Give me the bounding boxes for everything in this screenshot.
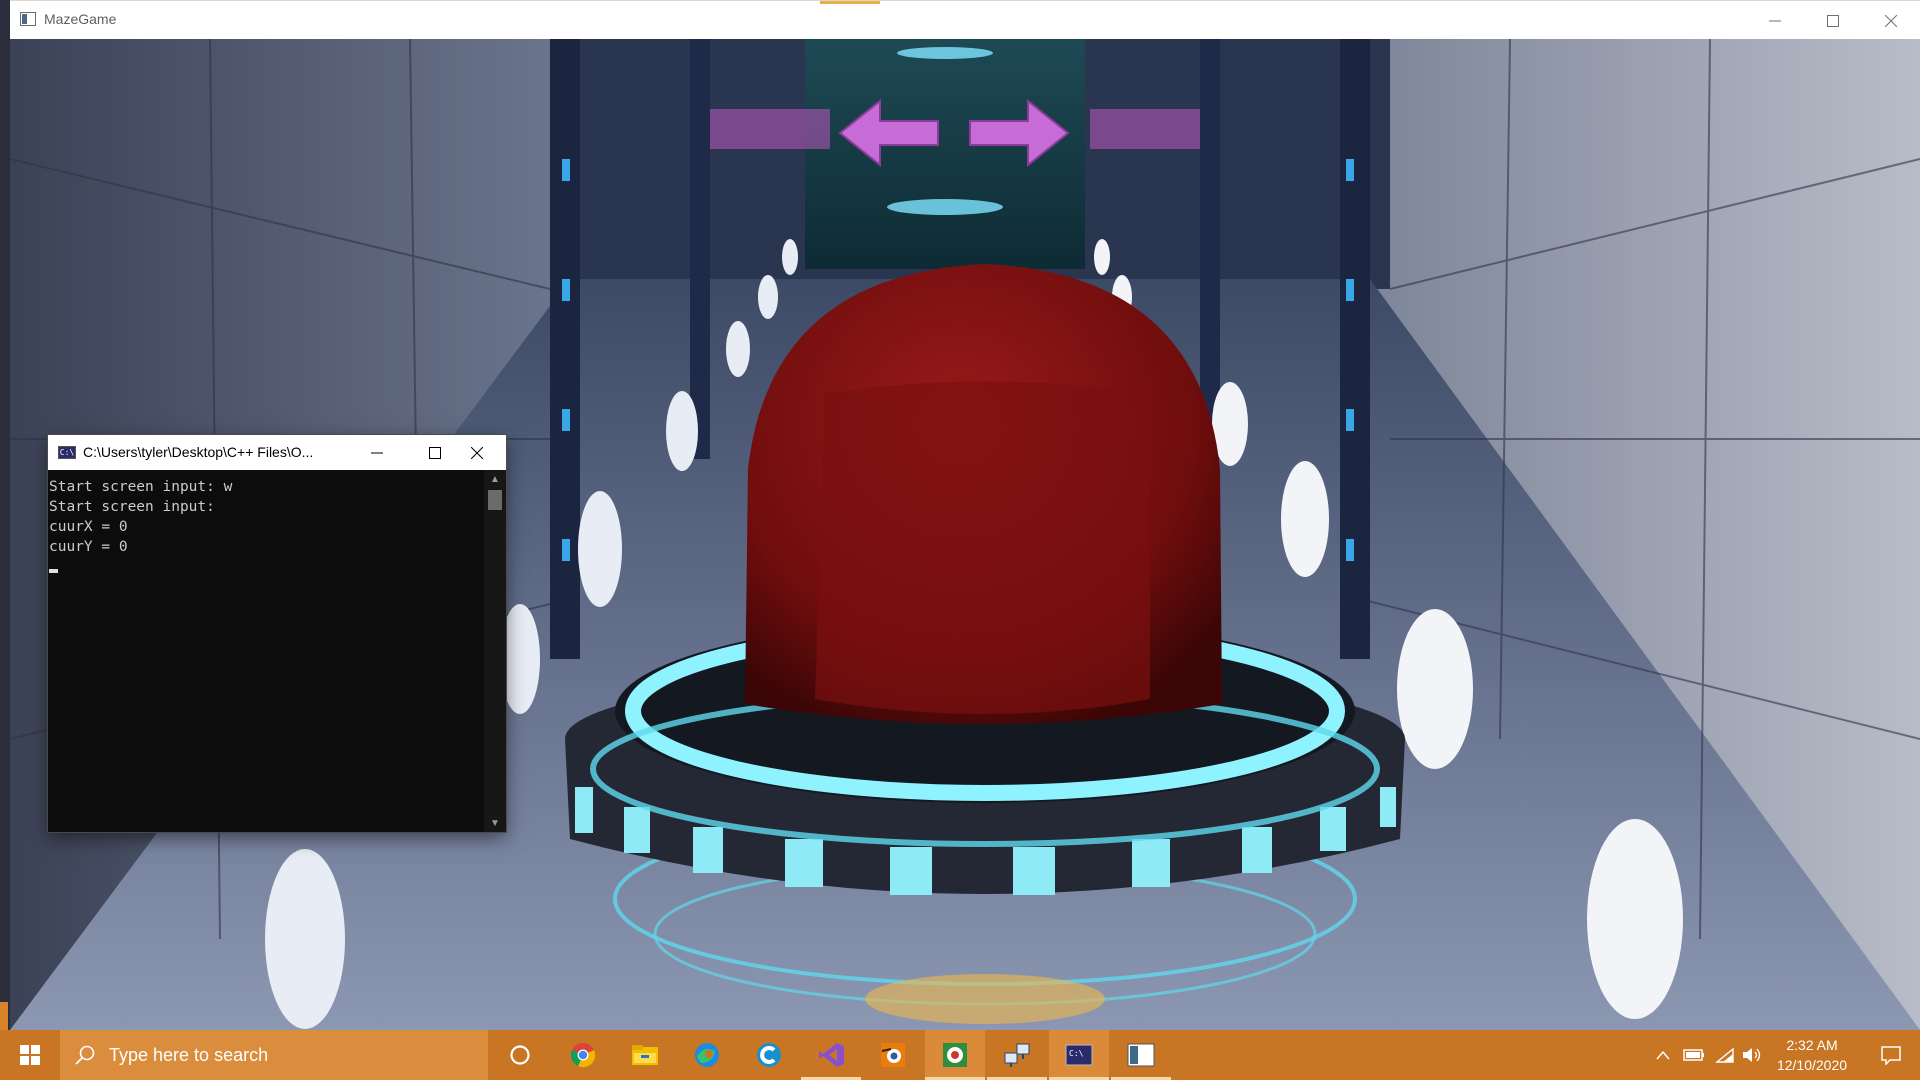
ccleaner-icon: [757, 1043, 781, 1067]
close-icon: [471, 446, 483, 459]
start-button[interactable]: [0, 1030, 60, 1080]
clock-date: 12/10/2020: [1776, 1057, 1848, 1073]
taskbar-blender[interactable]: [863, 1030, 923, 1080]
console-window-icon: C:\: [58, 446, 76, 459]
notification-icon: [1881, 1046, 1901, 1065]
maximize-icon: [1827, 14, 1839, 27]
taskbar-mazegame-app[interactable]: [1111, 1030, 1171, 1080]
scroll-up-arrow-icon[interactable]: ▲: [484, 470, 506, 488]
edge-icon: [695, 1043, 719, 1067]
console-line: cuurY = 0: [49, 539, 128, 555]
svg-text:C:\: C:\: [1069, 1049, 1084, 1058]
chevron-up-icon: [1656, 1050, 1670, 1060]
close-icon: [1885, 14, 1897, 27]
cortana-icon: [510, 1045, 530, 1065]
console-scrollbar[interactable]: ▲ ▼: [484, 470, 506, 832]
taskbar-edge[interactable]: [677, 1030, 737, 1080]
taskbar-ccleaner[interactable]: [739, 1030, 799, 1080]
search-placeholder: Type here to search: [109, 1045, 269, 1065]
file-explorer-icon: [632, 1045, 658, 1065]
taskbar-visual-studio[interactable]: [801, 1030, 861, 1080]
console-app-icon: C:\: [1065, 1044, 1093, 1066]
game-window-title: MazeGame: [44, 11, 117, 27]
battery-tray[interactable]: [1678, 1030, 1710, 1080]
console-output[interactable]: Start screen input: w Start screen input…: [48, 470, 484, 832]
minimize-button[interactable]: [1746, 1, 1804, 40]
scroll-down-arrow-icon[interactable]: ▼: [484, 814, 506, 832]
network-app-icon: [1004, 1043, 1030, 1067]
close-button[interactable]: [1862, 1, 1920, 40]
text-cursor: [49, 569, 58, 573]
console-title-bar[interactable]: C:\ C:\Users\tyler\Desktop\C++ Files\O..…: [48, 435, 506, 470]
search-icon: [75, 1045, 95, 1065]
mazegame-app-icon: [1127, 1043, 1155, 1067]
chrome-icon: [570, 1043, 596, 1068]
minimize-icon: [1769, 20, 1781, 21]
blender-icon: [881, 1043, 905, 1067]
windows-logo-icon: [20, 1045, 40, 1065]
taskbar-console-app[interactable]: C:\: [1049, 1030, 1109, 1080]
console-window: C:\ C:\Users\tyler\Desktop\C++ Files\O..…: [48, 435, 506, 832]
console-window-title: C:\Users\tyler\Desktop\C++ Files\O...: [83, 444, 314, 460]
clock-time: 2:32 AM: [1786, 1037, 1838, 1053]
scroll-thumb[interactable]: [488, 490, 502, 510]
obs-icon: [943, 1043, 967, 1067]
taskbar: Type here to search C:\ 2:32 AM 12/10/20…: [0, 1030, 1920, 1080]
taskbar-chrome[interactable]: [553, 1030, 613, 1080]
minimize-icon: [371, 452, 383, 453]
app-window-icon: [20, 12, 36, 26]
show-hidden-icons-button[interactable]: [1648, 1030, 1678, 1080]
taskbar-obs[interactable]: [925, 1030, 985, 1080]
battery-icon: [1683, 1049, 1704, 1061]
taskbar-search-box[interactable]: Type here to search: [60, 1030, 488, 1080]
taskbar-network-app[interactable]: [987, 1030, 1047, 1080]
maximize-icon: [429, 446, 441, 459]
title-accent: [820, 1, 880, 4]
console-close-button[interactable]: [448, 435, 506, 470]
taskbar-clock[interactable]: 2:32 AM 12/10/2020: [1758, 1035, 1866, 1075]
wifi-tray[interactable]: [1710, 1030, 1740, 1080]
desktop-edge: [0, 0, 10, 1030]
visual-studio-icon: [819, 1043, 844, 1067]
console-minimize-button[interactable]: [348, 435, 406, 470]
maximize-button[interactable]: [1804, 1, 1862, 40]
desktop-edge-accent: [0, 1002, 8, 1030]
console-line: Start screen input: w: [49, 479, 233, 495]
game-title-bar[interactable]: MazeGame: [10, 0, 1920, 39]
console-line: cuurX = 0: [49, 519, 128, 535]
action-center-button[interactable]: [1862, 1030, 1920, 1080]
taskbar-file-explorer[interactable]: [615, 1030, 675, 1080]
console-line: Start screen input:: [49, 499, 215, 515]
cortana-button[interactable]: [490, 1030, 550, 1080]
wifi-icon: [1715, 1047, 1734, 1063]
